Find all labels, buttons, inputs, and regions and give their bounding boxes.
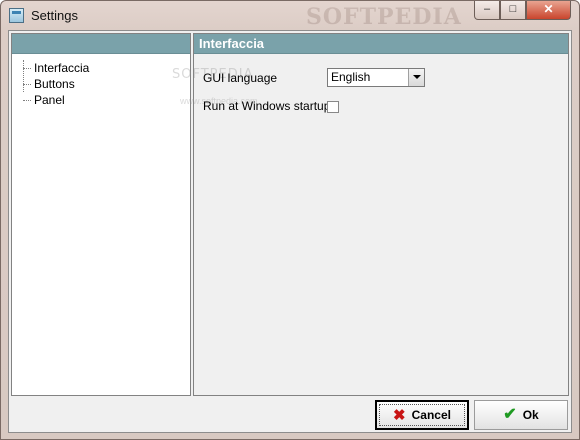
cancel-button[interactable]: ✖ Cancel: [375, 400, 469, 430]
run-at-startup-checkbox[interactable]: [327, 101, 339, 113]
gui-language-label: GUI language: [203, 71, 278, 85]
cancel-x-icon: ✖: [393, 406, 406, 424]
dialog-client-area: Interfaccia Buttons Panel Interfaccia SO…: [8, 30, 572, 433]
gui-language-value: English: [331, 70, 371, 84]
tree-item-buttons[interactable]: Buttons: [12, 76, 190, 92]
checkmark-icon: ✔: [503, 406, 517, 423]
ok-button-label: Ok: [522, 408, 539, 422]
app-icon[interactable]: [9, 8, 24, 23]
settings-content-pane: Interfaccia SOFTPEDIA www.softpedia.com …: [172, 33, 569, 396]
run-at-startup-label: Run at Windows startup: [203, 99, 331, 113]
settings-tree-pane: Interfaccia Buttons Panel: [11, 33, 191, 396]
section-title: Interfaccia: [194, 34, 568, 54]
tree-item-interfaccia[interactable]: Interfaccia: [12, 60, 190, 76]
title-bar[interactable]: Settings SOFTPEDIA – □ ✕: [1, 1, 579, 30]
gui-language-select[interactable]: English: [327, 68, 425, 87]
settings-tree: Interfaccia Buttons Panel: [12, 54, 190, 108]
tree-item-panel[interactable]: Panel: [12, 92, 190, 108]
close-button[interactable]: ✕: [526, 1, 571, 20]
chevron-down-icon[interactable]: [408, 69, 424, 86]
cancel-button-label: Cancel: [411, 408, 451, 422]
tree-header: [12, 34, 190, 54]
minimize-button[interactable]: –: [474, 1, 500, 20]
maximize-button[interactable]: □: [500, 1, 526, 20]
window-title: Settings: [31, 8, 78, 23]
ok-button[interactable]: ✔ Ok: [474, 400, 568, 430]
watermark: SOFTPEDIA: [306, 4, 462, 30]
settings-window: Settings SOFTPEDIA – □ ✕ Interfaccia But…: [0, 0, 580, 440]
